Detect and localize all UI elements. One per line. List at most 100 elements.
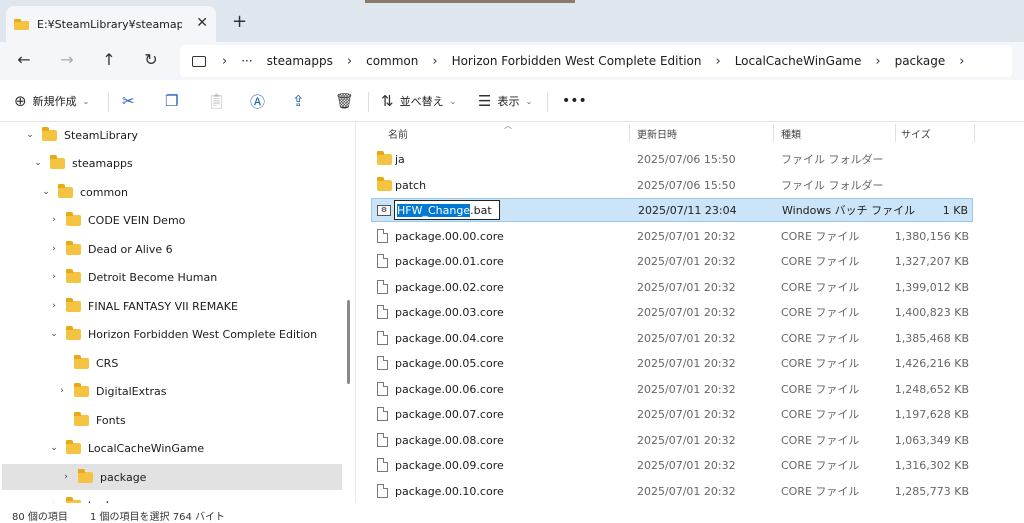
chevron-right-icon[interactable]: › — [48, 244, 60, 254]
tree-item-common[interactable]: ⌄ common — [0, 179, 340, 205]
column-divider[interactable] — [895, 124, 896, 142]
file-icon — [377, 280, 388, 294]
rename-input[interactable]: HFW_Change .bat — [394, 200, 500, 220]
file-icon — [377, 458, 388, 472]
navigation-pane: ⌄ SteamLibrary ⌄ steamapps ⌄ common › CODE V… — [0, 122, 344, 503]
chevron-right-icon[interactable]: › — [875, 54, 880, 69]
file-type: CORE ファイル — [781, 485, 860, 498]
tree-item-crs[interactable]: CRS — [0, 350, 340, 376]
rename-icon[interactable]: Ⓐ — [250, 92, 271, 111]
tree-item-package[interactable]: › package — [2, 464, 342, 490]
tree-item-detroit[interactable]: › Detroit Become Human — [0, 264, 340, 290]
copy-icon[interactable]: ❐ — [165, 92, 184, 110]
view-button[interactable]: ☰ 表示 ⌄ — [478, 92, 532, 110]
file-row[interactable]: package.00.09.core 2025/07/01 20:32 CORE… — [371, 453, 973, 477]
column-header-name[interactable]: 名前 — [388, 122, 408, 144]
file-row[interactable]: package.00.02.core 2025/07/01 20:32 CORE… — [371, 275, 973, 299]
file-row[interactable]: package.00.06.core 2025/07/01 20:32 CORE… — [371, 377, 973, 401]
back-arrow-icon[interactable]: ← — [14, 50, 34, 70]
tab-explorer[interactable]: E:¥SteamLibrary¥steamapps¥c ✕ — [6, 6, 216, 42]
address-bar[interactable]: › ··· steamapps › common › Horizon Forbi… — [180, 45, 1012, 77]
tree-item-steamapps[interactable]: ⌄ steamapps — [0, 150, 340, 176]
breadcrumb-more[interactable]: ··· — [241, 54, 252, 68]
file-row-patch[interactable]: patch 2025/07/06 15:50 ファイル フォルダー — [371, 173, 973, 197]
tree-item-label: Fonts — [96, 413, 126, 427]
chevron-right-icon[interactable]: › — [56, 386, 68, 396]
delete-icon[interactable]: 🗑︎ — [335, 92, 360, 110]
chevron-right-icon[interactable]: › — [48, 272, 60, 282]
file-size: 1,063,349 KB — [894, 433, 969, 447]
column-header-size[interactable]: サイズ — [901, 122, 931, 144]
column-divider[interactable] — [773, 124, 774, 142]
chevron-right-icon[interactable]: › — [48, 301, 60, 311]
file-type: CORE ファイル — [781, 230, 860, 243]
chevron-right-icon[interactable]: › — [432, 54, 437, 69]
file-size: 1,197,628 KB — [894, 407, 969, 421]
file-icon — [377, 382, 388, 396]
folder-icon — [66, 268, 81, 283]
breadcrumb-horizon[interactable]: Horizon Forbidden West Complete Edition — [452, 54, 702, 68]
column-divider[interactable] — [629, 124, 630, 142]
file-date: 2025/07/01 20:32 — [637, 280, 736, 294]
share-icon[interactable]: ⇪ — [292, 92, 311, 110]
file-row[interactable]: package.00.10.core 2025/07/01 20:32 CORE… — [371, 479, 973, 503]
forward-arrow-icon[interactable]: → — [57, 50, 77, 70]
chevron-down-icon[interactable]: ⌄ — [48, 329, 60, 339]
tree-item-tools[interactable]: ›tools — [0, 492, 340, 503]
column-header-date[interactable]: 更新日時 — [637, 122, 677, 144]
file-row[interactable]: package.00.03.core 2025/07/01 20:32 CORE… — [371, 300, 973, 324]
file-date: 2025/07/01 20:32 — [637, 331, 736, 345]
sort-ascending-icon: ︿ — [504, 121, 512, 130]
file-icon — [377, 356, 388, 370]
column-divider[interactable] — [974, 124, 975, 142]
file-row[interactable]: package.00.07.core 2025/07/01 20:32 CORE… — [371, 402, 973, 426]
tree-item-ff7r[interactable]: › FINAL FANTASY VII REMAKE — [0, 293, 340, 319]
tree-item-code-vein[interactable]: › CODE VEIN Demo — [0, 207, 340, 233]
new-tab-button[interactable]: + — [232, 11, 247, 32]
paste-icon[interactable]: 📋︎ — [207, 92, 232, 110]
file-row[interactable]: package.00.01.core 2025/07/01 20:32 CORE… — [371, 249, 973, 273]
chevron-down-icon[interactable]: ⌄ — [24, 130, 36, 140]
sort-button[interactable]: ⇅ 並べ替え ⌄ — [381, 92, 456, 110]
file-name: package.00.08.core — [395, 433, 504, 447]
file-name: patch — [395, 178, 427, 192]
breadcrumb-localcache[interactable]: LocalCacheWinGame — [735, 54, 862, 68]
refresh-icon[interactable]: ↻ — [141, 50, 161, 70]
close-tab-icon[interactable]: ✕ — [196, 15, 208, 31]
breadcrumb-common[interactable]: common — [366, 54, 418, 68]
column-header-type[interactable]: 種類 — [781, 122, 801, 144]
tree-item-doa6[interactable]: › Dead or Alive 6 — [0, 236, 340, 262]
chevron-down-icon[interactable]: ⌄ — [32, 158, 44, 168]
file-row[interactable]: package.00.05.core 2025/07/01 20:32 CORE… — [371, 351, 973, 375]
chevron-down-icon[interactable]: ⌄ — [48, 443, 60, 453]
file-date: 2025/07/01 20:32 — [637, 484, 736, 498]
file-row[interactable]: package.00.04.core 2025/07/01 20:32 CORE… — [371, 326, 973, 350]
new-button[interactable]: ⊕ 新規作成 ⌄ — [14, 92, 89, 110]
file-row[interactable]: package.00.00.core 2025/07/01 20:32 CORE… — [371, 224, 973, 248]
file-row-ja[interactable]: ja 2025/07/06 15:50 ファイル フォルダー — [371, 147, 973, 171]
nav-scrollbar[interactable] — [347, 300, 350, 384]
tree-item-localcache[interactable]: ⌄ LocalCacheWinGame — [0, 435, 340, 461]
tree-item-digitalextras[interactable]: › DigitalExtras — [0, 378, 340, 404]
cut-icon[interactable]: ✂ — [122, 92, 141, 110]
file-row-hfw-change-bat[interactable]: ⚙ HFW_Change .bat 2025/07/11 23:04 Window… — [371, 198, 973, 222]
chevron-right-icon[interactable]: › — [347, 54, 352, 69]
folder-icon — [74, 411, 89, 426]
breadcrumb-package[interactable]: package — [895, 54, 946, 68]
tree-item-steamlibrary[interactable]: ⌄ SteamLibrary — [0, 122, 340, 148]
file-icon — [377, 254, 388, 268]
file-size: 1,285,773 KB — [894, 484, 969, 498]
breadcrumb-steamapps[interactable]: steamapps — [267, 54, 333, 68]
file-row[interactable]: package.00.08.core 2025/07/01 20:32 CORE… — [371, 428, 973, 452]
more-options-button[interactable]: ••• — [562, 92, 587, 110]
folder-icon — [66, 439, 81, 454]
chevron-down-icon[interactable]: ⌄ — [40, 187, 52, 197]
chevron-right-icon[interactable]: › — [222, 54, 227, 69]
chevron-right-icon[interactable]: › — [715, 54, 720, 69]
up-arrow-icon[interactable]: ↑ — [99, 50, 119, 70]
chevron-right-icon[interactable]: › — [959, 54, 964, 69]
chevron-right-icon[interactable]: › — [60, 472, 72, 482]
tree-item-fonts[interactable]: Fonts — [0, 407, 340, 433]
tree-item-horizon[interactable]: ⌄ Horizon Forbidden West Complete Edition — [0, 321, 340, 347]
chevron-right-icon[interactable]: › — [48, 215, 60, 225]
